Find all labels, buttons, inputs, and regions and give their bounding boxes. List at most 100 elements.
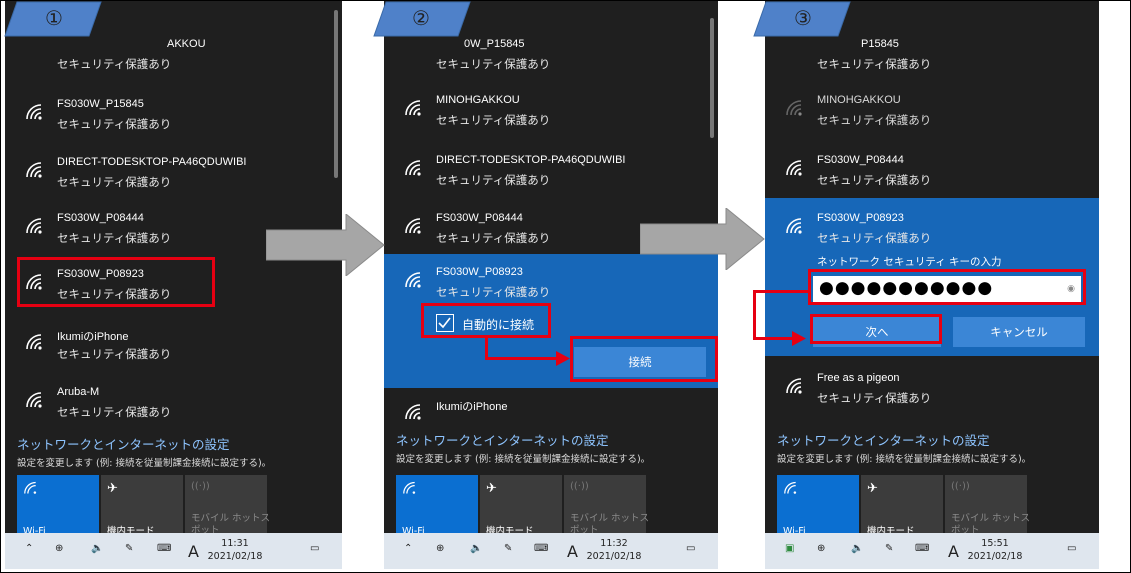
wifi-signal-icon [405, 404, 421, 420]
wifi-signal-icon [786, 218, 802, 234]
network-item-direct[interactable]: DIRECT-TODESKTOP-PA46QDUWIBI セキュリティ保護あり [384, 146, 718, 196]
network-name: FS030W_P08444 [817, 154, 904, 166]
network-name: FS030W_P08444 [436, 212, 523, 224]
clock-date: 2021/02/18 [967, 551, 1023, 562]
input-language-indicator[interactable]: A [188, 542, 199, 561]
pen-icon[interactable]: ✎ [504, 543, 520, 559]
pen-icon[interactable]: ✎ [125, 543, 141, 559]
wifi-signal-icon [405, 160, 421, 176]
airplane-icon: ✈ [867, 481, 878, 496]
highlight-box-next-button [810, 314, 942, 344]
network-name: IkumiのiPhone [436, 401, 508, 413]
taskbar: ⌃ ⊕ 🔈 ✎ ⌨ A 11:32 2021/02/18 ▭ [384, 533, 718, 569]
highlight-box-security-key [808, 269, 1086, 305]
globe-network-icon[interactable]: ⊕ [55, 543, 71, 559]
network-item-minohgakkou[interactable]: MINOHGAKKOU セキュリティ保護あり [384, 86, 718, 136]
wifi-icon [24, 481, 37, 494]
network-name: 0W_P15845 [464, 38, 525, 50]
network-name: DIRECT-TODESKTOP-PA46QDUWIBI [436, 154, 626, 166]
hotspot-icon: ((·)) [191, 481, 210, 492]
network-security: セキュリティ保護あり [436, 113, 551, 127]
network-settings-description: 設定を変更します (例: 接続を従量制課金接続に設定する)。 [396, 454, 651, 465]
wifi-signal-icon [26, 334, 42, 350]
network-name: Aruba-M [57, 386, 100, 398]
network-item-minohgakkou[interactable]: MINOHGAKKOU セキュリティ保護あり [765, 86, 1099, 136]
clock[interactable]: 11:31 2021/02/18 [205, 537, 265, 563]
show-hidden-icons-icon[interactable]: ⌃ [404, 543, 420, 559]
keyboard-icon[interactable]: ⌨ [534, 543, 550, 559]
highlight-connector-line [753, 337, 795, 340]
volume-icon[interactable]: 🔈 [470, 543, 486, 559]
wifi-signal-icon [786, 100, 802, 116]
network-name: DIRECT-TODESKTOP-PA46QDUWIBI [57, 156, 247, 168]
network-settings-link[interactable]: ネットワークとインターネットの設定 [396, 430, 609, 449]
clock[interactable]: 11:32 2021/02/18 [584, 537, 644, 563]
wifi-signal-icon [26, 162, 42, 178]
cancel-button[interactable]: キャンセル [953, 317, 1085, 347]
network-security: セキュリティ保護あり [57, 231, 172, 245]
taskbar: ▣ ⊕ 🔈 ✎ ⌨ A 15:51 2021/02/18 ▭ [765, 533, 1099, 569]
network-security: セキュリティ保護あり [817, 391, 932, 405]
network-settings-link[interactable]: ネットワークとインターネットの設定 [17, 434, 230, 453]
network-item-ikumi[interactable]: IkumiのiPhone セキュリティ保護あり [5, 320, 342, 370]
network-security: セキュリティ保護あり [436, 173, 551, 187]
network-name: AKKOU [167, 38, 206, 50]
keyboard-icon[interactable]: ⌨ [915, 543, 931, 559]
globe-network-icon[interactable]: ⊕ [817, 543, 833, 559]
taskbar: ⌃ ⊕ 🔈 ✎ ⌨ A 11:31 2021/02/18 ▭ [5, 533, 342, 569]
keyboard-icon[interactable]: ⌨ [157, 543, 173, 559]
highlight-connector-line [753, 290, 811, 293]
network-security: セキュリティ保護あり [817, 173, 932, 187]
network-name: FS030W_P08444 [57, 212, 144, 224]
globe-network-icon[interactable]: ⊕ [436, 543, 452, 559]
airplane-icon: ✈ [486, 481, 497, 496]
network-security: セキュリティ保護あり [57, 347, 172, 361]
highlight-box-selected-network [17, 257, 215, 307]
network-security: セキュリティ保護あり [57, 175, 172, 189]
network-security: セキュリティ保護あり [57, 57, 172, 71]
volume-icon[interactable]: 🔈 [91, 543, 107, 559]
step-arrow-2-to-3-icon [640, 208, 765, 270]
clock-date: 2021/02/18 [207, 551, 263, 562]
red-arrowhead-icon [792, 331, 806, 346]
scrollbar[interactable] [334, 10, 338, 178]
pen-icon[interactable]: ✎ [885, 543, 901, 559]
wifi-signal-icon [26, 104, 42, 120]
network-item-free-as-a-pigeon[interactable]: Free as a pigeon セキュリティ保護あり [765, 364, 1099, 414]
security-shield-icon[interactable]: ▣ [785, 543, 801, 559]
network-security: セキュリティ保護あり [57, 405, 172, 419]
network-name: FS030W_P08923 [817, 212, 904, 224]
network-item-direct[interactable]: DIRECT-TODESKTOP-PA46QDUWIBI セキュリティ保護あり [5, 148, 342, 198]
scrollbar[interactable] [710, 18, 714, 138]
network-security: セキュリティ保護あり [436, 57, 551, 71]
hotspot-icon: ((·)) [951, 481, 970, 492]
network-settings-description: 設定を変更します (例: 接続を従量制課金接続に設定する)。 [777, 454, 1032, 465]
wifi-signal-icon [786, 378, 802, 394]
wifi-signal-icon [405, 272, 421, 288]
network-name: IkumiのiPhone [57, 331, 129, 343]
input-language-indicator[interactable]: A [567, 542, 578, 561]
step-number: ① [45, 6, 63, 30]
notification-center-icon[interactable]: ▭ [310, 543, 326, 559]
notification-center-icon[interactable]: ▭ [686, 543, 702, 559]
show-hidden-icons-icon[interactable]: ⌃ [25, 543, 41, 559]
airplane-icon: ✈ [107, 481, 118, 496]
network-item-p15845[interactable]: FS030W_P15845 セキュリティ保護あり [5, 90, 342, 140]
wifi-signal-icon [405, 100, 421, 116]
network-item-p08923[interactable]: FS030W_P08923 セキュリティ保護あり [765, 204, 1099, 254]
network-item-aruba[interactable]: Aruba-M セキュリティ保護あり [5, 378, 342, 428]
input-language-indicator[interactable]: A [948, 542, 959, 561]
clock-time: 11:31 [221, 538, 249, 549]
highlight-connector-line [753, 290, 756, 340]
clock[interactable]: 15:51 2021/02/18 [965, 537, 1025, 563]
notification-center-icon[interactable]: ▭ [1067, 543, 1083, 559]
network-name: MINOHGAKKOU [817, 94, 901, 106]
network-item-p08444[interactable]: FS030W_P08444 セキュリティ保護あり [765, 146, 1099, 196]
network-settings-link[interactable]: ネットワークとインターネットの設定 [777, 430, 990, 449]
security-key-label: ネットワーク セキュリティ キーの入力 [817, 256, 1002, 268]
clock-time: 11:32 [600, 538, 628, 549]
network-name: FS030W_P15845 [57, 98, 144, 110]
network-security: セキュリティ保護あり [436, 231, 551, 245]
volume-icon[interactable]: 🔈 [851, 543, 867, 559]
network-security: セキュリティ保護あり [57, 117, 172, 131]
